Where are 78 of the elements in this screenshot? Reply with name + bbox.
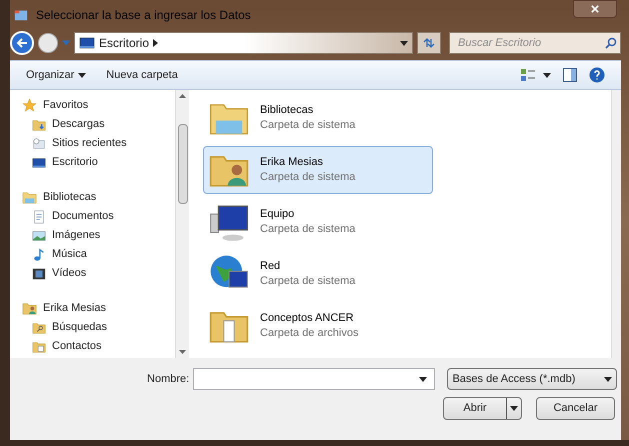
window-icon (14, 8, 28, 22)
preview-pane-button[interactable] (563, 68, 577, 82)
organize-menu[interactable]: Organizar (26, 66, 86, 84)
file-name-field[interactable] (193, 368, 436, 390)
recent-places-icon (32, 136, 46, 150)
caret-icon (400, 40, 408, 46)
search-folder-icon (32, 320, 46, 334)
folder-item[interactable]: Equipo Carpeta de sistema (203, 198, 433, 246)
item-type: Carpeta de sistema (260, 170, 356, 185)
caret-icon (543, 72, 551, 78)
nav-group[interactable]: Favoritos (22, 96, 175, 115)
user-folder-icon (22, 301, 37, 316)
music-note-icon (32, 248, 46, 262)
refresh-icon (422, 37, 436, 49)
caret-icon (419, 377, 428, 382)
file-type-dropdown[interactable]: Bases de Access (*.mdb) (447, 368, 617, 390)
scroll-up-icon (179, 94, 186, 98)
nav-item[interactable]: Contactos (22, 337, 175, 356)
item-name: Equipo (260, 207, 296, 222)
item-type: Carpeta de sistema (260, 222, 356, 237)
search-icon (605, 37, 617, 49)
back-arrow-icon (16, 37, 28, 49)
nav-item[interactable]: Imágenes (22, 226, 175, 245)
folder-item[interactable]: Conceptos ANCER Carpeta de archivos (203, 302, 433, 350)
nav-item[interactable]: Escritorio (22, 153, 175, 172)
window-title: Seleccionar la base a ingresar los Datos (36, 7, 251, 24)
item-name: Bibliotecas (260, 103, 314, 118)
download-folder-icon (32, 118, 46, 132)
folder-item[interactable]: Erika Mesias Carpeta de sistema (203, 146, 433, 194)
nav-item[interactable]: Documentos (22, 207, 175, 226)
preview-pane-icon (563, 68, 577, 82)
nav-item[interactable]: Sitios recientes (22, 134, 175, 153)
address-bar[interactable]: Escritorio (74, 32, 413, 54)
item-type: Carpeta de sistema (260, 118, 356, 133)
cancel-button[interactable]: Cancelar (536, 397, 615, 420)
back-button[interactable] (10, 31, 34, 55)
scrollbar-thumb[interactable] (178, 124, 188, 204)
item-name: Erika Mesias (260, 155, 324, 170)
folder-item[interactable]: Bibliotecas Carpeta de sistema (203, 94, 433, 142)
nav-item[interactable]: Música (22, 245, 175, 264)
refresh-button[interactable] (417, 32, 441, 54)
open-split-button[interactable]: Abrir (443, 397, 522, 420)
new-folder-button[interactable]: Nueva carpeta (106, 66, 178, 84)
desktop-icon (32, 156, 46, 170)
nav-item[interactable]: Vídeos (22, 264, 175, 283)
caret-icon (78, 72, 86, 78)
item-type: Carpeta de archivos (260, 326, 358, 341)
help-icon (589, 67, 605, 83)
content-scrollbar[interactable] (611, 90, 621, 358)
nav-group[interactable]: Bibliotecas (22, 188, 175, 207)
item-type: Carpeta de sistema (260, 274, 356, 289)
folder-item[interactable]: Red Carpeta de sistema (203, 250, 433, 298)
item-name: Red (260, 259, 282, 274)
film-icon (32, 266, 46, 280)
library-icon (22, 190, 37, 205)
star-icon (22, 98, 37, 113)
help-button[interactable] (589, 67, 605, 83)
caret-icon (604, 376, 612, 382)
search-field[interactable]: Buscar Escritorio (449, 32, 621, 54)
forward-button[interactable] (38, 33, 58, 53)
nav-group[interactable]: Erika Mesias (22, 299, 175, 318)
history-caret-icon (62, 40, 70, 46)
view-list-icon (521, 69, 535, 81)
document-icon (32, 210, 46, 224)
nav-item[interactable]: Descargas (22, 115, 175, 134)
desktop-icon (79, 35, 95, 51)
nav-item[interactable]: Búsquedas (22, 318, 175, 337)
item-name: Conceptos ANCER (260, 311, 355, 326)
close-button[interactable]: × (573, 0, 617, 18)
breadcrumb[interactable]: Escritorio (99, 34, 150, 52)
contacts-folder-icon (32, 340, 46, 354)
chevron-right-icon (153, 39, 158, 47)
scroll-down-icon (179, 350, 186, 354)
caret-icon (510, 406, 518, 411)
name-label: Nombre: (146, 372, 190, 387)
picture-icon (32, 228, 46, 242)
sidebar-scrollbar[interactable] (175, 90, 189, 358)
view-options-button[interactable] (521, 69, 551, 81)
